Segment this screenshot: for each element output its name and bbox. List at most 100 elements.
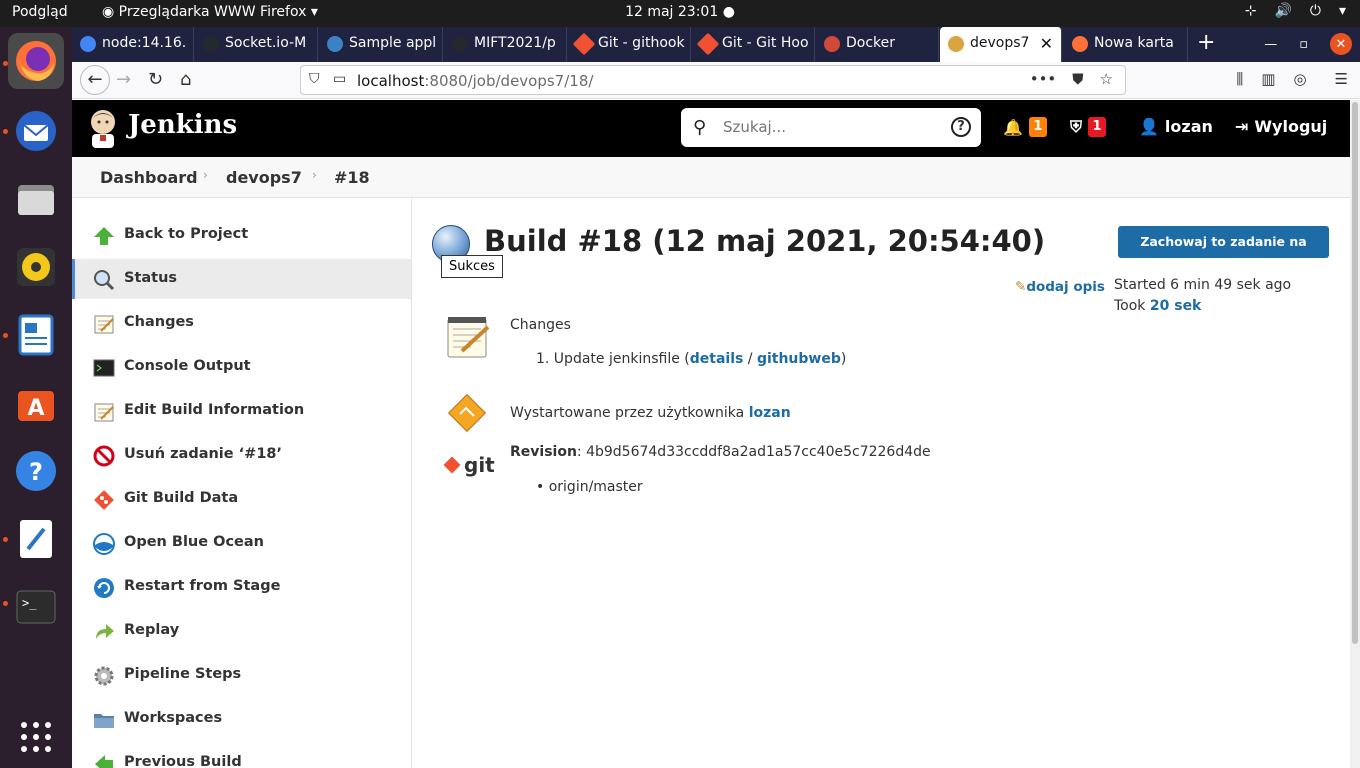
home-button[interactable]: ⌂	[180, 69, 191, 90]
svg-text:>_: >_	[22, 596, 37, 610]
new-tab-button[interactable]: +	[1197, 30, 1215, 55]
git-icon	[572, 32, 596, 56]
volume-icon: 🔊	[1274, 3, 1292, 19]
breadcrumb: Dashboard › devops7 › #18	[72, 157, 1350, 198]
maximize-icon[interactable]: ▫	[1299, 37, 1308, 52]
url-bar[interactable]: ⛉ ▭ localhost:8080/job/devops7/18/ ••• ⛊…	[300, 65, 1126, 95]
dock-help[interactable]: ?	[8, 443, 64, 499]
tab-git-hooks[interactable]: Git - Git Hoo	[692, 27, 815, 62]
jenkins-brand[interactable]: Jenkins	[128, 110, 237, 140]
change-item: 1. Update jenkinsfile (details / githubw…	[536, 351, 846, 367]
window-controls: — ▫ ✕	[1264, 33, 1352, 55]
sidebar-item-replay[interactable]: Replay	[72, 611, 411, 651]
tab-git-githooks[interactable]: Git - githook	[568, 27, 691, 62]
dock-rhythmbox[interactable]	[8, 239, 64, 295]
shield-icon: ⛨	[1070, 117, 1083, 136]
sidebar-icon[interactable]: ▥	[1261, 70, 1275, 88]
sidebar-item-git-build-data[interactable]: Git Build Data	[72, 479, 411, 519]
clock-text: 12 maj 23:01	[625, 4, 719, 20]
dock-software[interactable]: A	[8, 375, 64, 431]
text-editor-icon	[20, 520, 52, 558]
dock-terminal[interactable]: >_	[8, 579, 64, 635]
started-by-user-link[interactable]: lozan	[749, 405, 791, 421]
security-button[interactable]: ⛨ 1	[1070, 117, 1107, 137]
breadcrumb-chevron-icon[interactable]: ›	[312, 168, 317, 182]
dock-thunderbird[interactable]	[8, 103, 64, 159]
tab-devops7[interactable]: devops7 ✕	[940, 27, 1062, 62]
dock-writer[interactable]	[8, 307, 64, 363]
git-label: git	[464, 453, 495, 477]
bookmark-star-icon[interactable]: ☆	[1100, 70, 1113, 88]
main-panel: Sukces Build #18 (12 maj 2021, 20:54:40)…	[412, 198, 1350, 768]
sidebar-item-console-output[interactable]: Console Output	[72, 347, 411, 387]
dock-files[interactable]	[8, 171, 64, 227]
sidebar-item-workspaces[interactable]: Workspaces	[72, 699, 411, 739]
rhythmbox-icon	[17, 248, 55, 286]
account-icon[interactable]: ◎	[1293, 70, 1306, 88]
tab-new-tab[interactable]: Nowa karta	[1064, 27, 1188, 62]
left-arrow-icon	[95, 755, 113, 768]
keep-forever-button[interactable]: Zachowaj to zadanie na zawsze	[1118, 226, 1329, 281]
git-icon	[94, 490, 114, 510]
close-tab-icon[interactable]: ✕	[1040, 34, 1053, 53]
add-description-link[interactable]: ✎dodaj opis	[1015, 279, 1105, 295]
user-link[interactable]: 👤 lozan	[1139, 117, 1213, 136]
svg-text:?: ?	[29, 458, 43, 486]
back-button[interactable]: ←	[80, 65, 110, 95]
dock-firefox[interactable]	[8, 33, 64, 89]
change-item-text: 1. Update jenkinsfile (	[536, 351, 690, 367]
menu-icon[interactable]: ☰	[1335, 70, 1348, 88]
search-input[interactable]	[723, 116, 933, 138]
more-actions-icon[interactable]: •••	[1030, 70, 1057, 88]
scrollbar-thumb[interactable]	[1352, 102, 1358, 644]
dock-text-editor[interactable]	[8, 511, 64, 567]
sidebar-item-pipeline-steps[interactable]: Pipeline Steps	[72, 655, 411, 695]
minimize-icon[interactable]: —	[1264, 37, 1277, 52]
tab-docker[interactable]: Docker	[816, 27, 939, 62]
dock-app-grid[interactable]	[8, 709, 64, 765]
shield-icon[interactable]: ⛉	[309, 71, 320, 87]
page-scrollbar[interactable]	[1350, 100, 1360, 768]
jenkins-logo-icon[interactable]	[86, 108, 120, 148]
sidebar-item-status[interactable]: Status	[72, 259, 411, 299]
forward-button[interactable]: →	[116, 69, 131, 90]
tab-node[interactable]: node:14.16.	[72, 27, 194, 62]
breadcrumb-build[interactable]: #18	[334, 168, 370, 187]
reload-button[interactable]: ↻	[148, 69, 163, 90]
sidebar-item-label: Workspaces	[124, 710, 223, 726]
sidebar-item-delete-build[interactable]: Usuń zadanie ‘#18’	[72, 435, 411, 475]
clock[interactable]: 12 maj 23:01 ●	[0, 4, 1360, 20]
git-icon	[696, 32, 720, 56]
breadcrumb-chevron-icon[interactable]: ›	[203, 168, 208, 182]
sidebar-item-label: Changes	[124, 314, 194, 330]
library-icon[interactable]: ⫼	[1236, 70, 1243, 88]
tab-mift2021[interactable]: MIFT2021/p	[444, 27, 567, 62]
sidebar-item-changes[interactable]: Changes	[72, 303, 411, 343]
close-window-button[interactable]: ✕	[1330, 33, 1352, 55]
url-text[interactable]: localhost:8080/job/devops7/18/	[357, 72, 593, 90]
sidebar-item-open-blue-ocean[interactable]: Open Blue Ocean	[72, 523, 411, 563]
tab-socketio[interactable]: Socket.io-M	[195, 27, 318, 62]
tab-sample-app[interactable]: Sample appl	[319, 27, 443, 62]
page-info-icon[interactable]: ▭	[333, 71, 346, 87]
tab-label: Socket.io-M	[225, 35, 307, 51]
help-icon[interactable]: ?	[951, 117, 971, 137]
changes-notepad-icon	[447, 317, 490, 358]
sidebar-item-edit-build-information[interactable]: Edit Build Information	[72, 391, 411, 431]
logout-link[interactable]: ⇥ Wyloguj	[1235, 117, 1327, 136]
change-githubweb-link[interactable]: githubweb	[757, 351, 841, 367]
terminal-icon: >_	[16, 590, 56, 624]
search-box[interactable]: ⚲ ?	[681, 108, 981, 147]
notifications-button[interactable]: 🔔 1	[1003, 117, 1047, 137]
firefox-icon	[16, 41, 56, 81]
sidebar-item-previous-build[interactable]: Previous Build	[72, 743, 411, 768]
system-tray[interactable]: ⊹ 🔊 ⏻ ▾	[1245, 3, 1346, 19]
change-details-link[interactable]: details	[690, 351, 744, 367]
sidebar-item-back-to-project[interactable]: Back to Project	[72, 215, 411, 255]
files-icon	[18, 185, 54, 215]
pocket-icon[interactable]: ⛊	[1072, 70, 1083, 88]
sidebar-item-restart-from-stage[interactable]: Restart from Stage	[72, 567, 411, 607]
breadcrumb-dashboard[interactable]: Dashboard	[100, 168, 198, 187]
duration-link[interactable]: 20 sek	[1150, 298, 1202, 314]
breadcrumb-job[interactable]: devops7	[226, 168, 302, 187]
